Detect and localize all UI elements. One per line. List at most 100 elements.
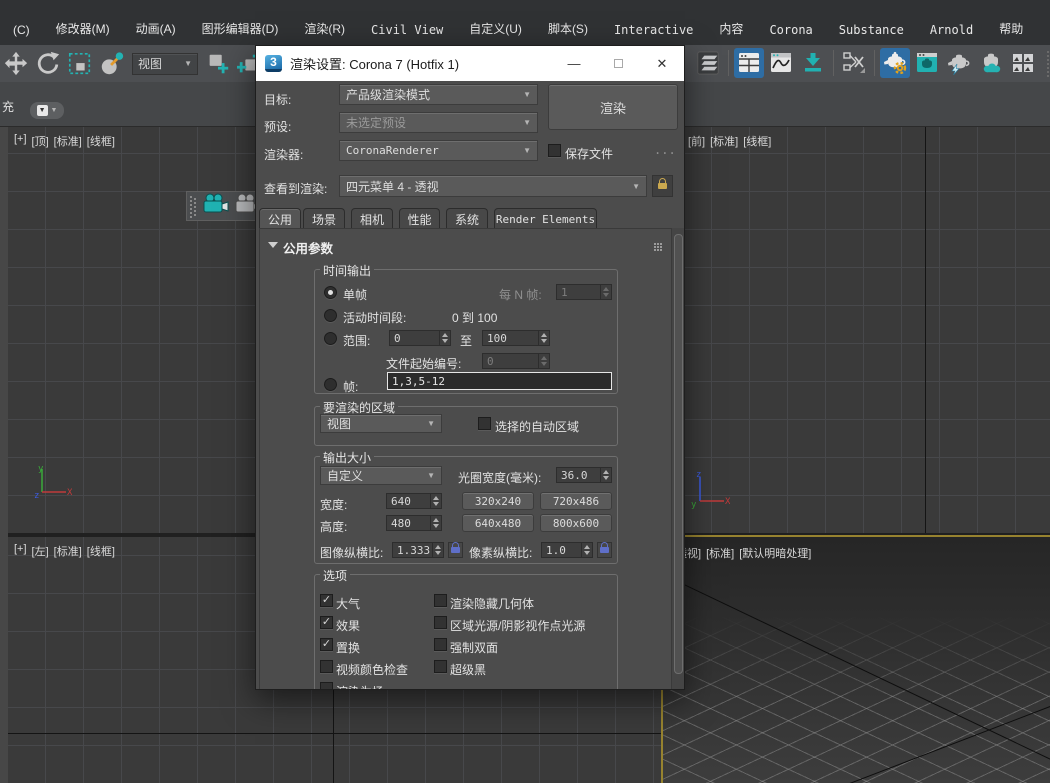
menu-item-animation[interactable]: 动画(A) bbox=[123, 15, 189, 45]
viewport-perspective-active[interactable]: [透视] [标准] [默认明暗处理] bbox=[661, 535, 1050, 783]
target-dropdown[interactable]: 产品级渲染模式 ▼ bbox=[339, 84, 538, 105]
view-to-render-dropdown[interactable]: 四元菜单 4 - 透视 ▼ bbox=[339, 175, 647, 197]
resolution-button-640x480[interactable]: 640x480 bbox=[462, 514, 534, 532]
viewport-menu-view[interactable]: [顶] bbox=[32, 133, 49, 149]
menu-item-modifiers[interactable]: 修改器(M) bbox=[43, 15, 123, 45]
range-radio[interactable] bbox=[324, 332, 337, 345]
schematic-view-icon[interactable] bbox=[839, 48, 869, 78]
image-aspect-spinner[interactable]: 1.333 bbox=[392, 542, 444, 558]
resolution-button-800x600[interactable]: 800x600 bbox=[540, 514, 612, 532]
ribbon-minimize-dropdown[interactable]: ▼ ▼ bbox=[30, 102, 64, 119]
select-and-scale-icon[interactable] bbox=[65, 49, 95, 79]
spinner-arrows-icon[interactable] bbox=[440, 330, 451, 346]
rendered-frame-window-icon[interactable] bbox=[912, 48, 942, 78]
viewport-menu-shading[interactable]: [线框] bbox=[87, 133, 115, 149]
reference-coordinate-dropdown[interactable]: 视图 ▼ bbox=[132, 53, 198, 75]
menu-item-customize[interactable]: 自定义(U) bbox=[456, 15, 535, 45]
viewport-menu-standard[interactable]: [标准] bbox=[54, 543, 82, 559]
menu-item-scripting[interactable]: 脚本(S) bbox=[535, 15, 601, 45]
preset-dropdown[interactable]: 未选定预设 ▼ bbox=[339, 112, 538, 133]
atmospherics-checkbox[interactable]: ✓ bbox=[320, 594, 333, 607]
range-from-spinner[interactable]: 0 bbox=[389, 330, 451, 346]
auto-region-checkbox[interactable]: ✓ bbox=[478, 417, 491, 430]
minimize-icon[interactable]: — bbox=[552, 46, 596, 81]
tab-camera[interactable]: 相机 bbox=[351, 208, 393, 229]
spinner-arrows-icon[interactable] bbox=[601, 284, 612, 300]
viewport-menu-shading[interactable]: [线框] bbox=[743, 133, 771, 149]
toolbar-drag-handle[interactable] bbox=[1045, 49, 1050, 77]
render-button[interactable]: 渲染 bbox=[548, 84, 678, 130]
camera-icon-active[interactable] bbox=[201, 192, 231, 221]
render-hidden-checkbox[interactable]: ✓ bbox=[434, 594, 447, 607]
viewport-menu-standard[interactable]: [标准] bbox=[706, 545, 734, 561]
every-n-spinner[interactable]: 1 bbox=[556, 284, 612, 300]
tab-scene[interactable]: 场景 bbox=[303, 208, 345, 229]
manage-layers-icon[interactable] bbox=[693, 48, 723, 78]
single-frame-radio[interactable] bbox=[324, 286, 337, 299]
image-aspect-lock-button[interactable] bbox=[448, 542, 463, 558]
render-setup-icon[interactable] bbox=[880, 48, 910, 78]
rollout-grip-icon[interactable] bbox=[654, 243, 662, 251]
render-to-fields-checkbox[interactable]: ✓ bbox=[320, 682, 333, 690]
select-and-move-icon[interactable] bbox=[1, 49, 31, 79]
maximize-icon[interactable] bbox=[596, 46, 640, 81]
close-icon[interactable]: ✕ bbox=[640, 46, 684, 81]
menu-item-interactive[interactable]: Interactive bbox=[601, 18, 706, 45]
effects-checkbox[interactable]: ✓ bbox=[320, 616, 333, 629]
frames-input[interactable]: 1,3,5-12 bbox=[387, 372, 612, 390]
force-two-sided-checkbox[interactable]: ✓ bbox=[434, 638, 447, 651]
menu-item-arnold[interactable]: Arnold bbox=[917, 18, 986, 45]
viewport-menu-standard[interactable]: [标准] bbox=[54, 133, 82, 149]
scene-explorer-icon[interactable] bbox=[734, 48, 764, 78]
pixel-aspect-spinner[interactable]: 1.0 bbox=[541, 542, 593, 558]
viewport-menu-plus[interactable]: [+] bbox=[14, 543, 27, 559]
toggle-ribbon-icon[interactable] bbox=[798, 48, 828, 78]
spinner-arrows-icon[interactable] bbox=[582, 542, 593, 558]
menu-item-civil-view[interactable]: Civil View bbox=[358, 18, 456, 45]
dialog-titlebar[interactable]: 3 渲染设置: Corona 7 (Hotfix 1) — ✕ bbox=[256, 46, 684, 81]
viewport-front[interactable]: [前] [标准] [线框] z X y bbox=[674, 127, 1050, 533]
dialog-scrollbar[interactable] bbox=[672, 228, 685, 690]
spinner-arrows-icon[interactable] bbox=[431, 493, 442, 509]
super-black-checkbox[interactable]: ✓ bbox=[434, 660, 447, 673]
select-and-rotate-icon[interactable] bbox=[33, 49, 63, 79]
tab-common[interactable]: 公用 bbox=[259, 208, 301, 229]
scrollbar-thumb[interactable] bbox=[674, 234, 683, 674]
spinner-arrows-icon[interactable] bbox=[601, 467, 612, 483]
viewport-menu-shading[interactable]: [默认明暗处理] bbox=[739, 545, 811, 561]
tab-performance[interactable]: 性能 bbox=[399, 208, 440, 229]
viewport-lock-button[interactable] bbox=[652, 175, 673, 197]
viewport-menu-view[interactable]: [左] bbox=[32, 543, 49, 559]
spinner-arrows-icon[interactable] bbox=[539, 330, 550, 346]
video-color-check-checkbox[interactable]: ✓ bbox=[320, 660, 333, 673]
aperture-spinner[interactable]: 36.0 bbox=[556, 467, 612, 483]
viewport-menu-shading[interactable]: [线框] bbox=[87, 543, 115, 559]
width-spinner[interactable]: 640 bbox=[386, 493, 442, 509]
browse-button[interactable]: ... bbox=[654, 143, 676, 157]
rollout-title[interactable]: 公用参数 bbox=[283, 238, 333, 257]
curve-editor-icon[interactable] bbox=[766, 48, 796, 78]
area-mode-dropdown[interactable]: 视图 ▼ bbox=[320, 414, 442, 433]
viewport-menu-view[interactable]: [前] bbox=[688, 133, 705, 149]
toolbar-drag-handle[interactable] bbox=[190, 194, 196, 218]
resolution-button-720x486[interactable]: 720x486 bbox=[540, 492, 612, 510]
resolution-button-320x240[interactable]: 320x240 bbox=[462, 492, 534, 510]
save-file-checkbox[interactable]: ✓ bbox=[548, 144, 561, 157]
file-start-spinner[interactable]: 0 bbox=[482, 353, 550, 369]
menu-item-content[interactable]: 内容 bbox=[706, 15, 756, 45]
menu-item-rendering[interactable]: 渲染(R) bbox=[291, 15, 358, 45]
pixel-aspect-lock-button[interactable] bbox=[597, 542, 612, 558]
tab-render-elements[interactable]: Render Elements bbox=[494, 208, 597, 229]
displacement-checkbox[interactable]: ✓ bbox=[320, 638, 333, 651]
height-spinner[interactable]: 480 bbox=[386, 515, 442, 531]
render-production-icon[interactable] bbox=[944, 48, 974, 78]
menu-item-help[interactable]: 帮助 bbox=[986, 15, 1036, 45]
renderer-dropdown[interactable]: CoronaRenderer ▼ bbox=[339, 140, 538, 161]
tab-system[interactable]: 系统 bbox=[446, 208, 488, 229]
viewport-menu-plus[interactable]: [+] bbox=[14, 133, 27, 149]
viewport-menu-standard[interactable]: [标准] bbox=[710, 133, 738, 149]
rollout-collapse-icon[interactable] bbox=[268, 242, 278, 248]
spinner-arrows-icon[interactable] bbox=[539, 353, 550, 369]
menu-item-c[interactable]: (C) bbox=[0, 18, 43, 45]
output-size-preset-dropdown[interactable]: 自定义 ▼ bbox=[320, 466, 442, 485]
